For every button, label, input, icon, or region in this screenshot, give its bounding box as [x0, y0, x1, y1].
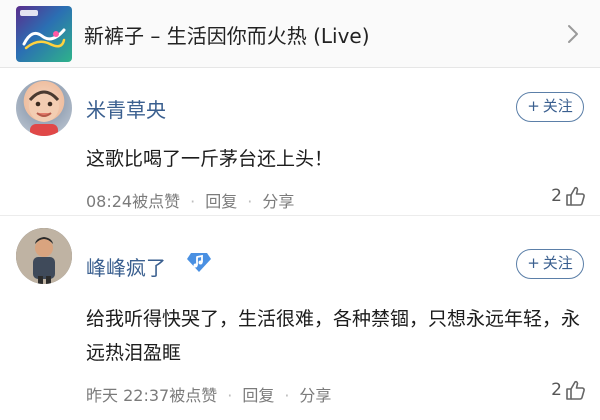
- avatar[interactable]: [16, 80, 72, 136]
- baby-avatar-icon: [28, 90, 60, 136]
- liked-text: 被点赞: [169, 386, 218, 405]
- song-title: 新裤子 – 生活因你而火热 (Live): [84, 24, 370, 48]
- vip-badge-icon: [187, 253, 211, 272]
- username[interactable]: 米青草央: [86, 94, 166, 123]
- like-count: 2: [551, 186, 562, 206]
- reply-button[interactable]: 回复: [242, 386, 274, 405]
- song-header[interactable]: 新裤子 – 生活因你而火热 (Live): [0, 0, 600, 68]
- app-logo-icon: [20, 10, 38, 16]
- follow-label: 关注: [542, 97, 573, 115]
- separator-dot: ·: [284, 386, 290, 405]
- comment-text: 这歌比喝了一斤茅台还上头！: [86, 148, 334, 170]
- follow-button[interactable]: + 关注: [516, 249, 584, 279]
- liked-text: 被点赞: [132, 192, 181, 211]
- like-count: 2: [551, 380, 562, 400]
- chevron-right-icon[interactable]: [562, 22, 584, 46]
- avatar[interactable]: [16, 228, 72, 284]
- album-cover[interactable]: [16, 6, 72, 62]
- child-avatar-icon: [16, 228, 72, 284]
- plus-icon: +: [527, 97, 540, 115]
- thumbs-up-icon: [566, 186, 585, 206]
- plus-icon: +: [527, 254, 540, 272]
- separator-dot: ·: [227, 386, 233, 405]
- share-button[interactable]: 分享: [262, 192, 294, 211]
- username[interactable]: 峰峰疯了: [86, 252, 166, 281]
- separator-dot: ·: [247, 192, 253, 211]
- like-button[interactable]: 2: [551, 185, 586, 207]
- follow-label: 关注: [542, 254, 573, 272]
- comment-text: 给我听得快哭了，生活很难，各种禁锢，只想永远年轻，永远热泪盈眶: [86, 308, 581, 364]
- comment-time: 昨天 22:37: [86, 386, 170, 405]
- reply-button[interactable]: 回复: [205, 192, 237, 211]
- comment-time: 08:24: [86, 192, 133, 211]
- like-button[interactable]: 2: [551, 379, 586, 401]
- comment-item: 峰峰疯了 + 关注 给我听得快哭了，生活很难，各种禁锢，只想永远年轻，永远热泪盈眶…: [0, 216, 600, 420]
- album-art-icon: [22, 28, 66, 50]
- comment-item: 米青草央 + 关注 这歌比喝了一斤茅台还上头！ 08:24被点赞 · 回复 · 分享 2: [0, 68, 600, 216]
- thumbs-up-icon: [566, 380, 585, 400]
- share-button[interactable]: 分享: [299, 386, 331, 405]
- separator-dot: ·: [190, 192, 196, 211]
- comment-meta: 昨天 22:37被点赞 · 回复 · 分享: [86, 382, 331, 406]
- comment-meta: 08:24被点赞 · 回复 · 分享: [86, 188, 294, 212]
- follow-button[interactable]: + 关注: [516, 92, 584, 122]
